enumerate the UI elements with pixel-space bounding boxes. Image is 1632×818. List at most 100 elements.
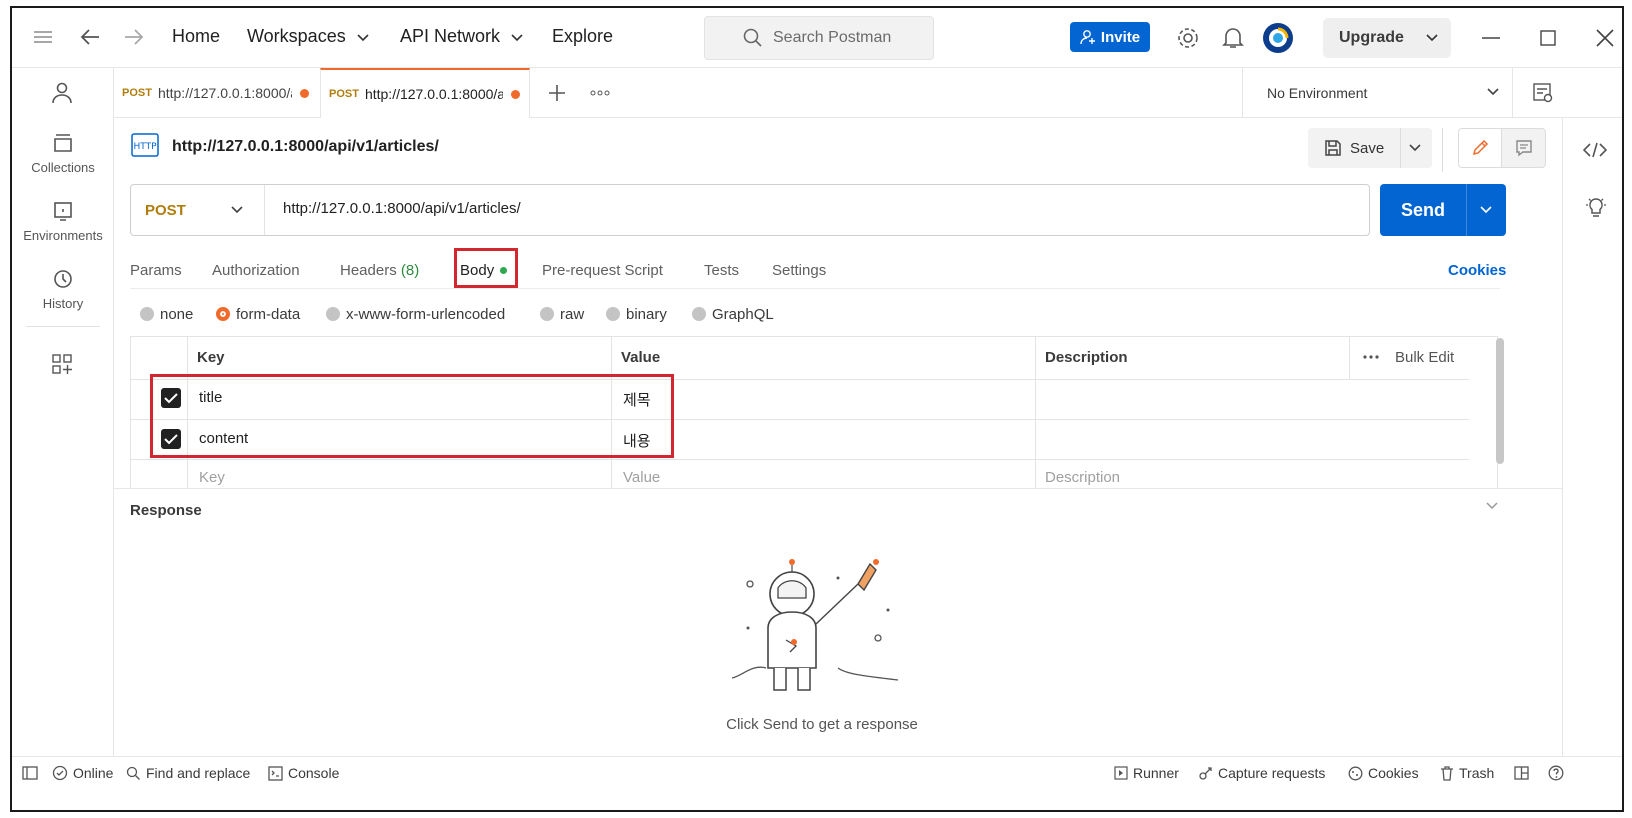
- close-icon[interactable]: [1596, 29, 1614, 47]
- search-placeholder: Search Postman: [773, 29, 892, 46]
- notifications-bell-icon[interactable]: [1222, 26, 1244, 50]
- url-bar: POST http://127.0.0.1:8000/api/v1/articl…: [130, 184, 1370, 236]
- radio-label: raw: [560, 306, 585, 323]
- chevron-down-icon: [511, 34, 523, 42]
- tab-pre-request-script[interactable]: Pre-request Script: [542, 262, 663, 279]
- chevron-down-icon[interactable]: [1409, 144, 1421, 152]
- radio-circle: [606, 307, 620, 321]
- environment-quick-look-icon[interactable]: [1532, 82, 1554, 104]
- nav-explore[interactable]: Explore: [552, 26, 613, 47]
- user-icon[interactable]: [52, 82, 72, 104]
- code-icon[interactable]: [1583, 142, 1607, 158]
- upgrade-button[interactable]: Upgrade: [1323, 18, 1451, 58]
- nav-workspaces[interactable]: Workspaces: [247, 26, 369, 47]
- check-circle-icon: [52, 765, 68, 781]
- invite-button[interactable]: Invite: [1070, 22, 1150, 52]
- find-and-replace-button[interactable]: Find and replace: [126, 765, 250, 781]
- method-select[interactable]: POST: [131, 185, 265, 235]
- lightbulb-icon[interactable]: [1585, 196, 1607, 220]
- invite-label: Invite: [1100, 28, 1141, 46]
- column-header-key: Key: [197, 349, 225, 366]
- avatar[interactable]: [1262, 22, 1294, 54]
- radio-form-data[interactable]: form-data: [216, 306, 300, 323]
- capture-icon: [1199, 766, 1212, 780]
- new-key-input[interactable]: Key: [199, 469, 225, 486]
- save-label: Save: [1350, 139, 1385, 157]
- trash-button[interactable]: Trash: [1440, 765, 1494, 781]
- settings-gear-icon[interactable]: [1176, 26, 1200, 50]
- radio-raw[interactable]: raw: [540, 306, 584, 323]
- two-pane-layout-icon[interactable]: [1514, 766, 1529, 780]
- capture-requests-button[interactable]: Capture requests: [1198, 765, 1325, 781]
- send-button[interactable]: Send: [1380, 184, 1506, 236]
- sidebar-item-collections[interactable]: Collections: [12, 132, 114, 175]
- nav-workspaces-label: Workspaces: [247, 26, 346, 46]
- configure-workbench-icon[interactable]: [52, 354, 72, 374]
- radio-x-www-form-urlencoded[interactable]: x-www-form-urlencoded: [326, 306, 505, 323]
- add-user-icon: [1080, 30, 1095, 45]
- status-online[interactable]: Online: [52, 765, 113, 781]
- tab-authorization[interactable]: Authorization: [212, 262, 300, 279]
- play-icon: [1114, 766, 1128, 780]
- request-title[interactable]: http://127.0.0.1:8000/api/v1/articles/: [172, 138, 439, 156]
- cookies-link[interactable]: Cookies: [1448, 262, 1506, 279]
- headers-count: (8): [400, 262, 420, 279]
- url-input[interactable]: http://127.0.0.1:8000/api/v1/articles/: [283, 200, 521, 217]
- console-label: Console: [288, 765, 340, 781]
- save-button[interactable]: Save: [1308, 128, 1432, 168]
- comments-button[interactable]: [1502, 129, 1545, 167]
- radio-binary[interactable]: binary: [606, 306, 667, 323]
- column-header-value: Value: [621, 349, 661, 366]
- new-value-input[interactable]: Value: [623, 469, 660, 486]
- radio-none[interactable]: none: [140, 306, 193, 323]
- minimize-icon[interactable]: [1482, 37, 1500, 39]
- new-tab-plus-icon[interactable]: [548, 84, 566, 102]
- request-tab-active[interactable]: POST http://127.0.0.1:8000/a: [320, 68, 530, 118]
- cookies-button[interactable]: Cookies: [1348, 765, 1419, 781]
- environment-selector[interactable]: No Environment: [1242, 68, 1512, 118]
- runner-button[interactable]: Runner: [1114, 765, 1179, 781]
- back-arrow-icon[interactable]: [80, 28, 100, 46]
- radio-circle: [692, 307, 706, 321]
- chevron-down-icon: [357, 34, 369, 42]
- search-input[interactable]: Search Postman: [704, 16, 934, 60]
- more-options-icon[interactable]: [1363, 355, 1379, 359]
- sidebar-item-history[interactable]: History: [12, 268, 114, 311]
- request-tab[interactable]: POST http://127.0.0.1:8000/a: [114, 68, 320, 118]
- forward-arrow-icon[interactable]: [124, 28, 144, 46]
- radio-graphql[interactable]: GraphQL: [692, 306, 774, 323]
- new-description-input[interactable]: Description: [1045, 469, 1120, 486]
- toggle-sidebar-icon[interactable]: [22, 766, 38, 780]
- more-tabs-icon[interactable]: [590, 90, 610, 96]
- console-button[interactable]: Console: [268, 765, 339, 781]
- save-icon: [1325, 140, 1341, 156]
- sidebar-item-environments[interactable]: Environments: [12, 200, 114, 243]
- radio-circle: [140, 307, 154, 321]
- help-icon[interactable]: [1548, 765, 1564, 781]
- nav-api-network[interactable]: API Network: [400, 26, 523, 47]
- upgrade-label: Upgrade: [1339, 29, 1404, 46]
- history-icon: [54, 270, 72, 288]
- edit-mode-button[interactable]: [1459, 129, 1503, 167]
- tab-headers[interactable]: Headers (8): [340, 262, 419, 279]
- bulk-edit-link[interactable]: Bulk Edit: [1395, 349, 1454, 366]
- nav-home[interactable]: Home: [172, 26, 220, 47]
- radio-circle: [326, 307, 340, 321]
- column-header-description: Description: [1045, 349, 1128, 366]
- chevron-down-icon[interactable]: [1480, 206, 1492, 214]
- runner-label: Runner: [1133, 765, 1179, 781]
- divider: [1512, 68, 1513, 118]
- divider: [1466, 184, 1467, 236]
- tab-settings[interactable]: Settings: [772, 262, 826, 279]
- console-icon: [268, 765, 283, 781]
- table-scrollbar[interactable]: [1496, 338, 1504, 464]
- divider: [1442, 128, 1443, 172]
- tab-params[interactable]: Params: [130, 262, 182, 279]
- chevron-down-icon[interactable]: [1486, 502, 1498, 510]
- maximize-icon[interactable]: [1540, 30, 1556, 46]
- menu-icon[interactable]: [34, 30, 52, 44]
- tab-tests[interactable]: Tests: [704, 262, 739, 279]
- chevron-down-icon: [1487, 88, 1499, 96]
- status-online-label: Online: [73, 765, 114, 781]
- pencil-icon: [1472, 139, 1489, 156]
